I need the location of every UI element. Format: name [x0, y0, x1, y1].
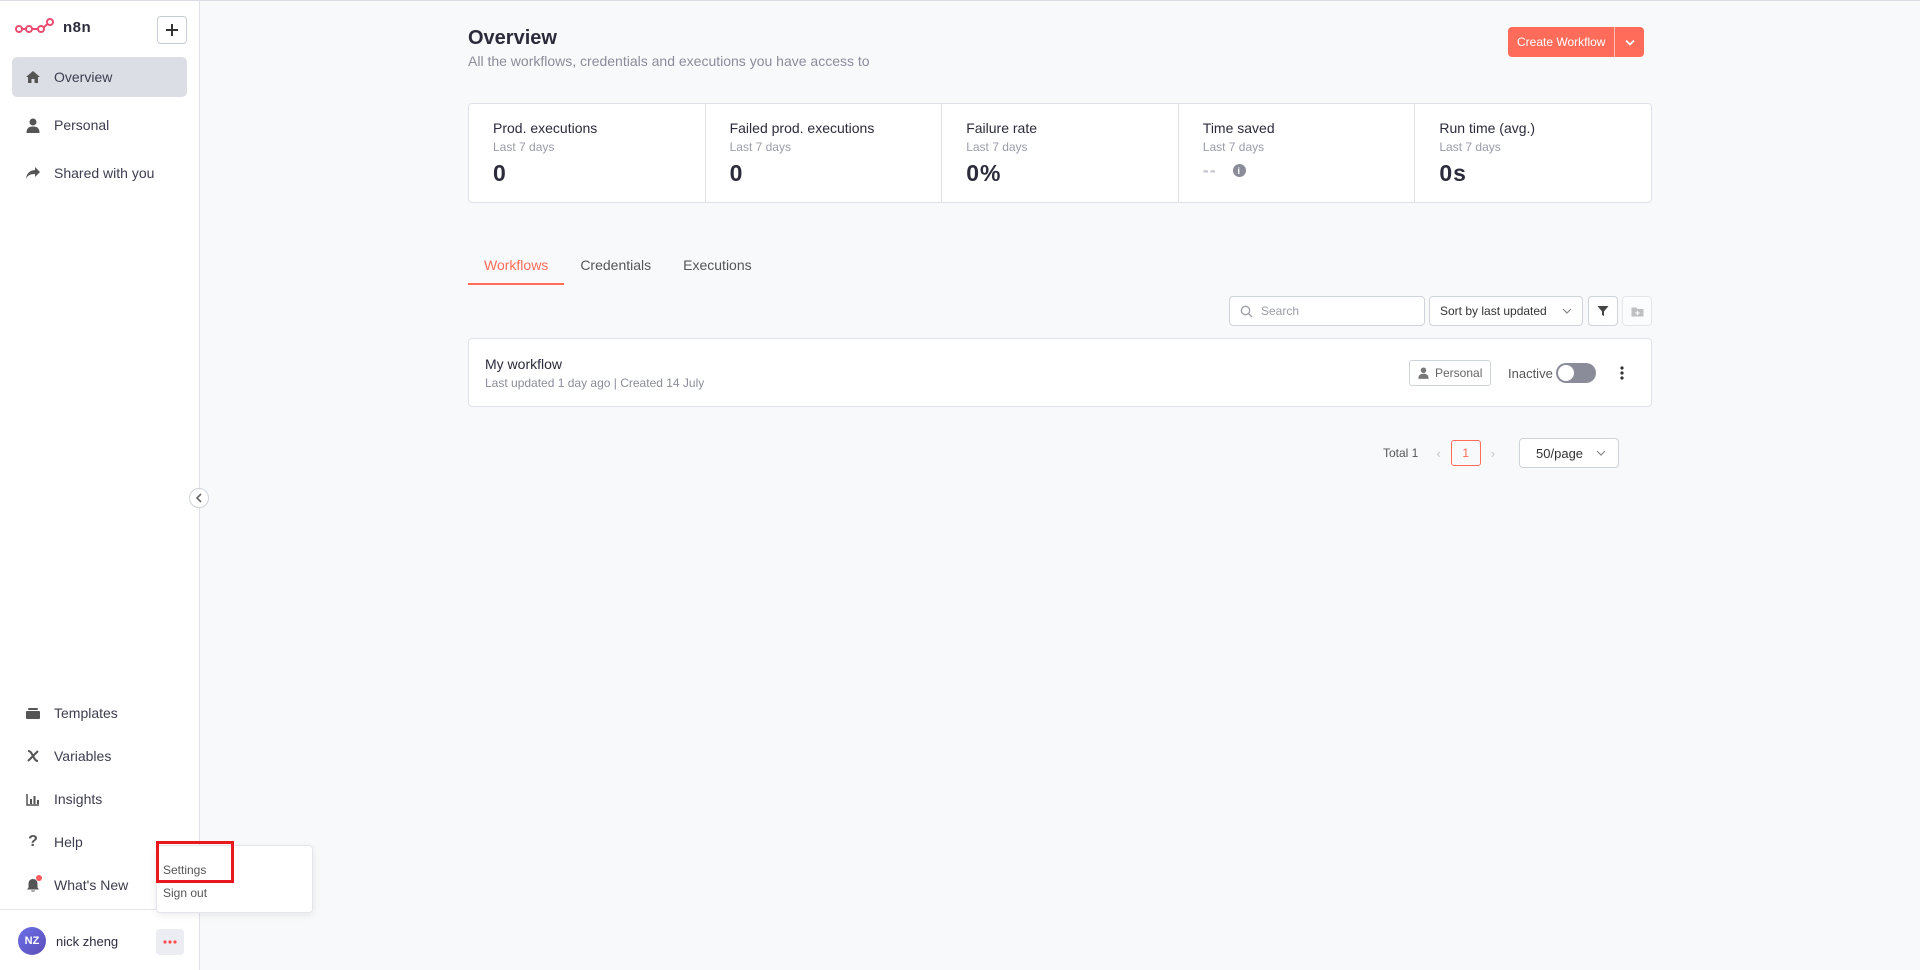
stat-title: Prod. executions — [493, 120, 598, 136]
stat-value: 0s — [1439, 160, 1467, 186]
sidebar-item-label: Insights — [54, 791, 103, 807]
page-number-button[interactable]: 1 — [1450, 440, 1481, 466]
search-input[interactable] — [1261, 304, 1411, 318]
sidebar-item-shared[interactable]: Shared with you — [12, 153, 187, 193]
tab-workflows[interactable]: Workflows — [468, 257, 565, 285]
stats-panel: Prod. executions Last 7 days 0 Failed pr… — [468, 103, 1652, 203]
sidebar-item-label: Personal — [54, 117, 110, 133]
stat-failure-rate[interactable]: Failure rate Last 7 days 0% — [942, 104, 1179, 202]
vertical-ellipsis-icon — [1620, 366, 1624, 380]
stat-title: Run time (avg.) — [1439, 120, 1536, 136]
workflow-status-label: Inactive — [1508, 366, 1553, 381]
stat-value: 0% — [966, 160, 1002, 186]
tab-credentials[interactable]: Credentials — [564, 257, 667, 285]
sidebar-item-overview[interactable]: Overview — [12, 57, 187, 97]
sidebar-item-label: Shared with you — [54, 165, 155, 181]
sidebar-item-label: What's New — [54, 877, 129, 893]
prev-page-button[interactable]: ‹ — [1436, 446, 1440, 461]
search-box — [1229, 296, 1425, 326]
stat-title: Failed prod. executions — [729, 120, 875, 136]
sidebar: n8n Overview Personal Shared with you Te… — [0, 1, 209, 970]
share-icon — [24, 164, 42, 182]
create-workflow-button-group: Create Workflow — [1508, 27, 1645, 57]
stat-value-row: -- i — [1203, 160, 1391, 181]
toggle-knob — [1558, 365, 1574, 381]
sort-label: Sort by last updated — [1440, 304, 1547, 318]
n8n-logo-icon — [15, 18, 54, 33]
sidebar-item-label: Help — [54, 834, 83, 850]
notification-dot — [36, 875, 42, 881]
workflow-owner-badge[interactable]: Personal — [1409, 360, 1492, 386]
workflow-name[interactable]: My workflow — [485, 356, 562, 372]
main-content: Overview All the workflows, credentials … — [200, 1, 1920, 970]
user-profile[interactable]: NZ nick zheng — [18, 927, 118, 955]
filter-button[interactable] — [1588, 296, 1618, 326]
page-title: Overview — [468, 27, 557, 49]
create-workflow-button[interactable]: Create Workflow — [1508, 27, 1615, 57]
stat-prod-executions[interactable]: Prod. executions Last 7 days 0 — [469, 104, 706, 202]
bell-icon — [24, 875, 42, 894]
stat-period: Last 7 days — [729, 140, 791, 154]
page-subtitle: All the workflows, credentials and execu… — [468, 53, 870, 69]
home-icon — [24, 68, 42, 86]
pagination-total: Total 1 — [1383, 446, 1419, 460]
stat-period: Last 7 days — [966, 140, 1028, 154]
stat-value: 0 — [729, 160, 744, 186]
avatar: NZ — [18, 927, 46, 955]
sidebar-item-label: Variables — [54, 748, 112, 764]
workflow-menu-button[interactable] — [1612, 361, 1632, 385]
add-button[interactable] — [157, 16, 187, 44]
user-icon — [24, 116, 42, 134]
templates-icon — [24, 704, 42, 722]
next-page-button[interactable]: › — [1491, 446, 1495, 461]
create-workflow-dropdown-button[interactable] — [1614, 27, 1645, 57]
logo-text: n8n — [63, 18, 92, 36]
chevron-down-icon — [1625, 39, 1635, 46]
stat-run-time[interactable]: Run time (avg.) Last 7 days 0s — [1415, 104, 1651, 202]
per-page-label: 50/page — [1536, 445, 1584, 461]
sidebar-item-insights[interactable]: Insights — [12, 782, 187, 816]
stat-title: Time saved — [1202, 120, 1275, 136]
workflow-owner-label: Personal — [1435, 366, 1483, 380]
sidebar-item-variables[interactable]: Variables — [12, 739, 187, 773]
workflow-active-toggle[interactable] — [1556, 363, 1596, 383]
new-folder-button[interactable] — [1622, 296, 1652, 326]
chevron-down-icon — [1562, 308, 1572, 314]
workflow-card[interactable]: My workflow Last updated 1 day ago | Cre… — [468, 338, 1652, 407]
sidebar-item-label: Overview — [54, 69, 113, 85]
tabs: Workflows Credentials Executions — [468, 257, 768, 285]
variables-icon — [24, 747, 42, 765]
stat-value: 0 — [493, 160, 507, 186]
logo[interactable]: n8n — [15, 17, 91, 37]
search-icon — [1240, 305, 1253, 317]
pagination: Total 1 ‹ 1 › 50/page — [1383, 438, 1620, 468]
ellipsis-icon — [163, 940, 177, 944]
filter-icon — [1597, 306, 1609, 316]
sort-select[interactable]: Sort by last updated — [1429, 296, 1583, 326]
per-page-select[interactable]: 50/page — [1519, 438, 1620, 468]
stat-failed-executions[interactable]: Failed prod. executions Last 7 days 0 — [706, 104, 943, 202]
sidebar-item-label: Templates — [54, 705, 118, 721]
plus-icon — [166, 24, 178, 36]
info-icon[interactable]: i — [1232, 164, 1246, 177]
user-menu-button[interactable] — [156, 929, 184, 955]
sidebar-item-personal[interactable]: Personal — [12, 105, 187, 145]
tab-executions[interactable]: Executions — [667, 257, 767, 285]
user-icon — [1418, 367, 1429, 379]
help-icon: ? — [28, 833, 38, 850]
stat-period: Last 7 days — [493, 140, 555, 154]
user-name: nick zheng — [56, 933, 119, 949]
stat-value: -- — [1202, 160, 1217, 180]
stat-time-saved[interactable]: Time saved Last 7 days -- i — [1179, 104, 1416, 202]
stat-title: Failure rate — [966, 120, 1037, 136]
stat-period: Last 7 days — [1439, 140, 1501, 154]
stat-period: Last 7 days — [1202, 140, 1265, 154]
workflow-meta: Last updated 1 day ago | Created 14 July — [485, 376, 705, 390]
chevron-down-icon — [1596, 450, 1606, 456]
insights-icon — [24, 790, 42, 808]
sidebar-item-templates[interactable]: Templates — [12, 696, 187, 730]
folder-plus-icon — [1631, 307, 1643, 316]
